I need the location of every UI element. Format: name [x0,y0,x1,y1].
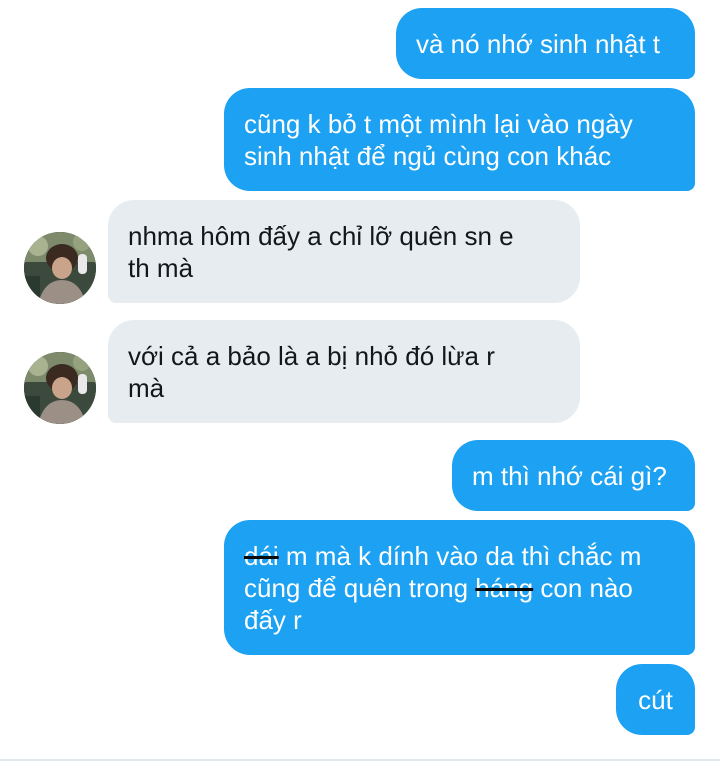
message-text: con nào [533,572,633,603]
message-text: nhma hôm đấy a chỉ lỡ quên sn e [128,220,514,251]
message-text: m mà k dính vào da thì chắc m [278,540,642,571]
message-bubble-outgoing[interactable]: dái m mà k dính vào da thì chắc m cũng đ… [224,520,695,655]
conversation-thread: và nó nhớ sinh nhật t cũng k bỏ t một mì… [0,0,720,761]
message-bubble-outgoing[interactable]: cũng k bỏ t một mình lại vào ngày sinh n… [224,88,695,191]
message-text: cũng k bỏ t một mình lại vào ngày [244,108,633,139]
avatar[interactable] [24,232,96,304]
message-text: cút [638,684,673,715]
message-line: cũng để quên trong háng con nào [244,572,675,604]
message-text: m thì nhớ cái gì? [472,460,667,491]
struck-text: dái [244,540,279,571]
message-text: đấy r [244,604,302,635]
message-text: và nó nhớ sinh nhật t [416,28,660,59]
message-text: mà [128,372,165,403]
avatar[interactable] [24,352,96,424]
message-bubble-outgoing[interactable]: cút [616,664,695,735]
profile-photo-avatar-icon [24,232,96,304]
message-text: sinh nhật để ngủ cùng con khác [244,140,612,171]
message-text: th mà [128,252,194,283]
struck-text: háng [475,572,534,603]
message-text: cũng để quên trong [244,572,476,603]
profile-photo-avatar-icon [24,352,96,424]
message-bubble-incoming[interactable]: với cả a bảo là a bị nhỏ đó lừa r mà [108,320,580,423]
message-line: dái m mà k dính vào da thì chắc m [244,540,675,572]
message-text: với cả a bảo là a bị nhỏ đó lừa r [128,340,495,371]
message-bubble-outgoing[interactable]: và nó nhớ sinh nhật t [396,8,695,79]
message-bubble-incoming[interactable]: nhma hôm đấy a chỉ lỡ quên sn e th mà [108,200,580,303]
message-bubble-outgoing[interactable]: m thì nhớ cái gì? [452,440,695,511]
